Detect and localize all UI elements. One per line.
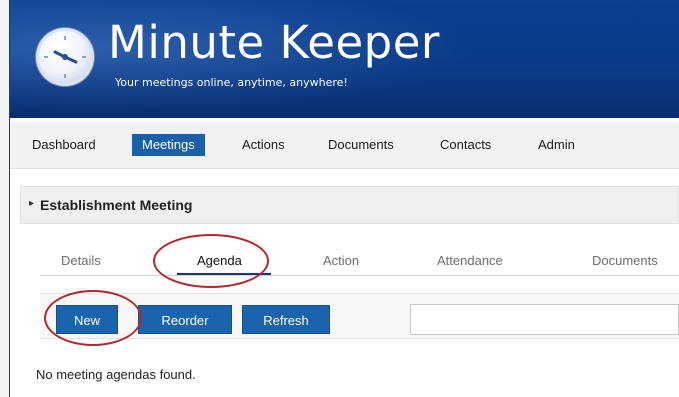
nav-item-dashboard[interactable]: Dashboard — [22, 134, 106, 156]
app-frame: Minute Keeper Your meetings online, anyt… — [10, 0, 679, 397]
tab-agenda[interactable]: Agenda — [197, 253, 242, 268]
search-input[interactable] — [410, 304, 679, 335]
agenda-toolbar: New Reorder Refresh — [40, 293, 679, 339]
nav-item-contacts[interactable]: Contacts — [430, 134, 501, 156]
nav-item-meetings[interactable]: Meetings — [132, 134, 205, 156]
nav-item-admin[interactable]: Admin — [528, 134, 585, 156]
tab-attendance[interactable]: Attendance — [437, 253, 503, 268]
triangle-right-icon: ▸ — [29, 198, 35, 209]
reorder-button[interactable]: Reorder — [138, 305, 232, 334]
clock-icon — [36, 28, 94, 86]
app-title: Minute Keeper — [108, 16, 440, 69]
app-tagline: Your meetings online, anytime, anywhere! — [115, 76, 348, 89]
tab-documents[interactable]: Documents — [592, 253, 658, 268]
tab-details[interactable]: Details — [61, 253, 101, 268]
app-header: Minute Keeper Your meetings online, anyt… — [10, 0, 679, 118]
refresh-button[interactable]: Refresh — [242, 305, 330, 334]
nav-item-documents[interactable]: Documents — [318, 134, 404, 156]
meeting-title: Establishment Meeting — [40, 197, 193, 213]
meeting-tabs: Details Agenda Action Attendance Documen… — [40, 245, 679, 276]
main-nav: Dashboard Meetings Actions Documents Con… — [10, 122, 679, 169]
new-button[interactable]: New — [56, 305, 118, 334]
active-tab-indicator — [177, 273, 271, 275]
nav-item-actions[interactable]: Actions — [232, 134, 295, 156]
meeting-section-header[interactable]: ▸ Establishment Meeting — [20, 186, 679, 224]
tab-action[interactable]: Action — [323, 253, 359, 268]
window-left-border — [0, 0, 10, 397]
empty-agenda-message: No meeting agendas found. — [36, 367, 196, 382]
